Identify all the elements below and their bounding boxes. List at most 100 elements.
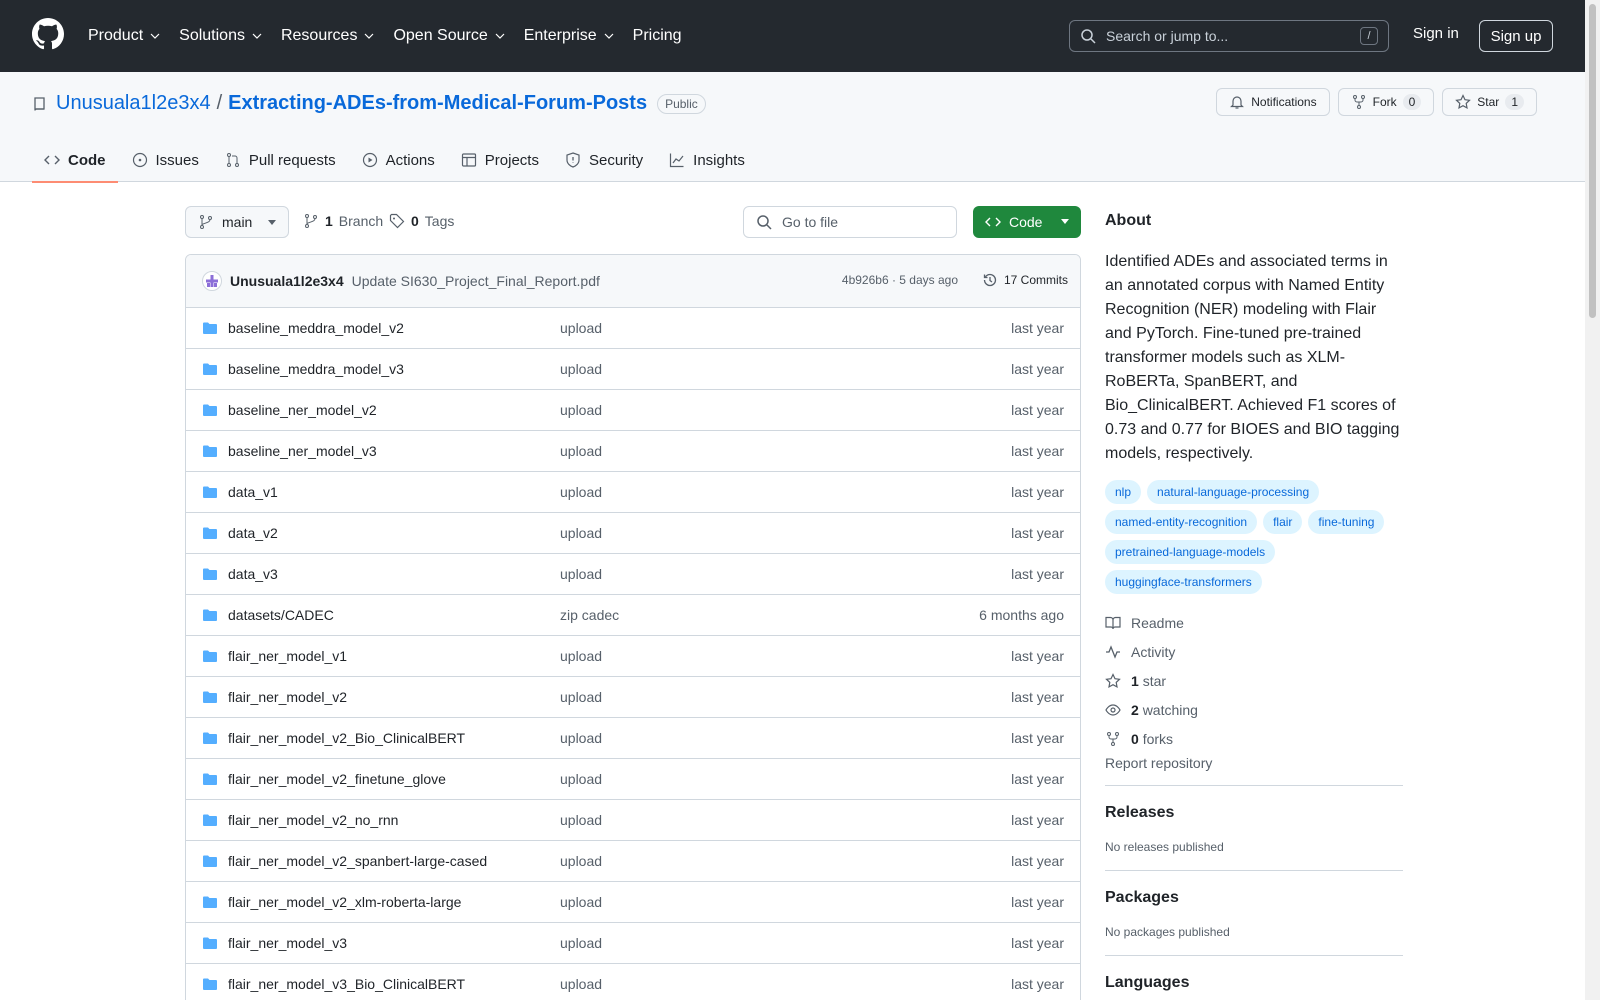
nav-resources[interactable]: Resources	[281, 27, 375, 45]
file-row[interactable]: baseline_meddra_model_v2 upload last year	[186, 308, 1080, 349]
file-row[interactable]: flair_ner_model_v2_Bio_ClinicalBERT uploa…	[186, 718, 1080, 759]
file-name-link[interactable]: baseline_ner_model_v2	[228, 402, 377, 418]
file-row[interactable]: baseline_meddra_model_v3 upload last year	[186, 349, 1080, 390]
commit-author-link[interactable]: Unusuala1l2e3x4	[230, 273, 344, 289]
search-input[interactable]: Search or jump to... /	[1069, 20, 1389, 52]
scrollbar-thumb[interactable]	[1589, 4, 1596, 318]
watchers-link[interactable]: 2 watching	[1105, 695, 1403, 724]
stars-link[interactable]: 1 star	[1105, 666, 1403, 695]
nav-pricing[interactable]: Pricing	[633, 27, 682, 45]
file-row[interactable]: datasets/CADEC zip cadec 6 months ago	[186, 595, 1080, 636]
releases-heading[interactable]: Releases	[1105, 804, 1403, 822]
file-row[interactable]: flair_ner_model_v2_xlm-roberta-large uplo…	[186, 882, 1080, 923]
github-logo-icon[interactable]	[32, 18, 64, 50]
repo-owner-link[interactable]: Unusuala1l2e3x4	[56, 92, 211, 115]
file-name-link[interactable]: baseline_meddra_model_v2	[228, 320, 404, 336]
topic-tag[interactable]: natural-language-processing	[1147, 480, 1320, 504]
commit-hash-and-time[interactable]: 4b926b6 · 5 days ago	[842, 273, 958, 287]
file-row[interactable]: flair_ner_model_v1 upload last year	[186, 636, 1080, 677]
file-commit-message[interactable]: upload	[560, 484, 602, 500]
repo-name-link[interactable]: Extracting-ADEs-from-Medical-Forum-Posts	[228, 92, 647, 115]
file-name-link[interactable]: flair_ner_model_v2_no_rnn	[228, 812, 398, 828]
report-repository-link[interactable]: Report repository	[1105, 755, 1403, 786]
fork-button[interactable]: Fork 0	[1337, 88, 1435, 116]
sign-up-button[interactable]: Sign up	[1479, 20, 1553, 52]
file-row[interactable]: baseline_ner_model_v2 upload last year	[186, 390, 1080, 431]
nav-enterprise[interactable]: Enterprise	[524, 27, 615, 45]
file-commit-message[interactable]: upload	[560, 689, 602, 705]
file-commit-message[interactable]: upload	[560, 443, 602, 459]
file-name-link[interactable]: baseline_ner_model_v3	[228, 443, 377, 459]
file-row[interactable]: flair_ner_model_v3 upload last year	[186, 923, 1080, 964]
branches-link[interactable]: 1 Branch	[303, 213, 383, 229]
nav-solutions[interactable]: Solutions	[179, 27, 263, 45]
file-row[interactable]: baseline_ner_model_v3 upload last year	[186, 431, 1080, 472]
topic-tag[interactable]: flair	[1263, 510, 1303, 534]
file-row[interactable]: flair_ner_model_v2 upload last year	[186, 677, 1080, 718]
file-commit-message[interactable]: upload	[560, 853, 602, 869]
topic-tag[interactable]: named-entity-recognition	[1105, 510, 1258, 534]
file-name-link[interactable]: flair_ner_model_v3	[228, 935, 347, 951]
file-commit-message[interactable]: upload	[560, 525, 602, 541]
file-commit-message[interactable]: upload	[560, 566, 602, 582]
avatar[interactable]	[202, 271, 222, 291]
topic-tag[interactable]: pretrained-language-models	[1105, 540, 1276, 564]
file-name-link[interactable]: data_v3	[228, 566, 278, 582]
file-commit-message[interactable]: upload	[560, 648, 602, 664]
file-commit-message[interactable]: upload	[560, 976, 602, 992]
file-commit-message[interactable]: upload	[560, 935, 602, 951]
tab-projects[interactable]: Projects	[449, 138, 551, 182]
file-name-link[interactable]: flair_ner_model_v2	[228, 689, 347, 705]
file-name-link[interactable]: flair_ner_model_v1	[228, 648, 347, 664]
file-name-link[interactable]: flair_ner_model_v3_Bio_ClinicalBERT	[228, 976, 465, 992]
file-name-link[interactable]: flair_ner_model_v2_Bio_ClinicalBERT	[228, 730, 465, 746]
topic-tag[interactable]: fine-tuning	[1308, 510, 1385, 534]
tags-link[interactable]: 0 Tags	[389, 213, 454, 229]
file-row[interactable]: flair_ner_model_v2_no_rnn upload last year	[186, 800, 1080, 841]
file-row[interactable]: data_v2 upload last year	[186, 513, 1080, 554]
activity-link[interactable]: Activity	[1105, 637, 1403, 666]
tab-insights[interactable]: Insights	[657, 138, 757, 182]
file-commit-message[interactable]: upload	[560, 320, 602, 336]
tab-pull-requests[interactable]: Pull requests	[213, 138, 348, 182]
file-name-link[interactable]: baseline_meddra_model_v3	[228, 361, 404, 377]
packages-heading[interactable]: Packages	[1105, 889, 1403, 907]
topic-tag[interactable]: huggingface-transformers	[1105, 570, 1262, 594]
nav-open-source[interactable]: Open Source	[393, 27, 505, 45]
tab-security[interactable]: Security	[553, 138, 655, 182]
file-row[interactable]: flair_ner_model_v2_spanbert-large-cased u…	[186, 841, 1080, 882]
page-scrollbar[interactable]	[1585, 0, 1600, 1000]
file-row[interactable]: flair_ner_model_v2_finetune_glove upload l…	[186, 759, 1080, 800]
file-commit-message[interactable]: upload	[560, 402, 602, 418]
tab-code[interactable]: Code	[32, 138, 118, 183]
file-row[interactable]: data_v3 upload last year	[186, 554, 1080, 595]
file-row[interactable]: data_v1 upload last year	[186, 472, 1080, 513]
file-commit-message[interactable]: zip cadec	[560, 607, 619, 623]
file-commit-message[interactable]: upload	[560, 730, 602, 746]
file-name-link[interactable]: flair_ner_model_v2_spanbert-large-cased	[228, 853, 487, 869]
commits-history-link[interactable]: 17 Commits	[982, 272, 1068, 288]
file-name-link[interactable]: datasets/CADEC	[228, 607, 334, 623]
forks-link[interactable]: 0 forks	[1105, 724, 1403, 753]
topic-tag[interactable]: nlp	[1105, 480, 1142, 504]
commit-message-link[interactable]: Update SI630_Project_Final_Report.pdf	[352, 273, 600, 289]
branch-selector[interactable]: main	[185, 206, 289, 238]
sign-in-link[interactable]: Sign in	[1413, 25, 1459, 42]
file-commit-message[interactable]: upload	[560, 361, 602, 377]
file-row[interactable]: flair_ner_model_v3_Bio_ClinicalBERT uploa…	[186, 964, 1080, 1000]
file-name-link[interactable]: flair_ner_model_v2_xlm-roberta-large	[228, 894, 461, 910]
readme-link[interactable]: Readme	[1105, 608, 1403, 637]
notifications-button[interactable]: Notifications	[1216, 88, 1330, 116]
file-name-link[interactable]: data_v2	[228, 525, 278, 541]
tab-issues[interactable]: Issues	[120, 138, 211, 182]
tab-actions[interactable]: Actions	[350, 138, 447, 182]
code-dropdown-button[interactable]: Code	[973, 206, 1081, 238]
go-to-file-input[interactable]: Go to file	[743, 206, 957, 238]
file-name-link[interactable]: data_v1	[228, 484, 278, 500]
file-commit-message[interactable]: upload	[560, 812, 602, 828]
file-commit-message[interactable]: upload	[560, 771, 602, 787]
star-button[interactable]: Star 1	[1442, 88, 1537, 116]
nav-product[interactable]: Product	[88, 27, 161, 45]
file-name-link[interactable]: flair_ner_model_v2_finetune_glove	[228, 771, 446, 787]
file-commit-message[interactable]: upload	[560, 894, 602, 910]
